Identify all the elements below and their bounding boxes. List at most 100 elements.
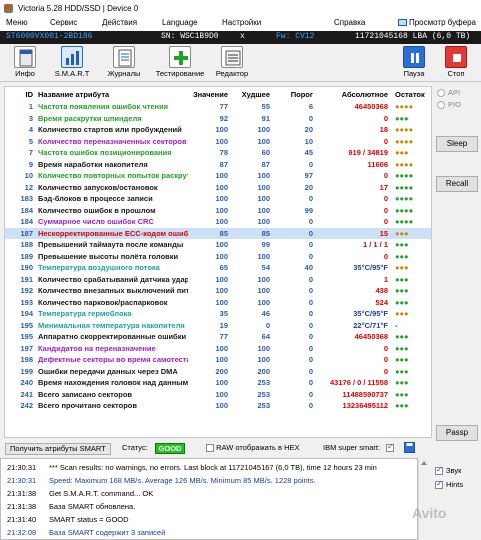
table-row[interactable]: 190 Температура воздушного потока 65 54 40 35… (5, 262, 431, 273)
row-raw: 524 (375, 297, 388, 307)
table-row[interactable]: 189 Превышение высоты полёта головки 100 10… (5, 251, 431, 262)
row-name: Превышений таймаута после команды (38, 240, 184, 249)
editor-label: Редактор (215, 69, 249, 78)
table-row[interactable]: 4 Количество стартов или пробуждений 100 10… (5, 124, 431, 135)
view-buffer-label: Просмотр буфера (408, 18, 476, 27)
scroll-up-icon[interactable] (421, 461, 427, 465)
pio-radio[interactable]: PIO (437, 100, 461, 109)
view-buffer-button[interactable]: Просмотр буфера (397, 18, 476, 27)
stop-button[interactable]: Стоп (431, 46, 481, 80)
menu-item-service[interactable]: Сервис (50, 18, 77, 27)
table-row[interactable]: 5 Количество переназначенных секторов 100 1… (5, 136, 431, 147)
menu-item-actions[interactable]: Действия (102, 18, 137, 27)
menu-item-language[interactable]: Language (162, 18, 198, 27)
journals-button[interactable]: Журналы (99, 46, 149, 80)
row-status: ●●● (395, 113, 409, 123)
row-id: 191 (20, 274, 33, 284)
device-firmware: Fw: CV12 (276, 32, 315, 41)
row-id: 188 (20, 240, 33, 249)
editor-button[interactable]: Редактор (207, 46, 257, 80)
sound-checkbox[interactable]: Звук (435, 465, 461, 475)
table-row[interactable]: 195 Минимальная температура накопителя 19 0… (5, 320, 431, 331)
table-row[interactable]: 240 Время нахождения головок над данными 1… (5, 377, 431, 388)
row-id: 197 (20, 343, 33, 353)
log-options: Звук Hints (431, 458, 481, 540)
row-raw: 0 (383, 217, 388, 226)
row-threshold: 0 (308, 297, 313, 307)
row-worst: 87 (261, 159, 270, 169)
row-status: - (395, 320, 398, 330)
recall-button[interactable]: Recall (436, 176, 478, 192)
passp-button[interactable]: Passp (436, 425, 478, 441)
table-row[interactable]: 188 Превышений таймаута после команды 100 9… (5, 239, 431, 250)
table-row[interactable]: 183 Бэд-блоков в процессе записи 100 100 0 0 ●… (5, 193, 431, 204)
row-name: Бэд-блоков в процессе записи (38, 194, 153, 203)
header-id[interactable]: ID (9, 90, 34, 99)
table-row[interactable]: 7 Частота ошибок позиционирования 78 60 45 91… (5, 147, 431, 158)
row-threshold: 20 (304, 125, 313, 134)
device-close[interactable]: x (240, 32, 245, 41)
row-value: 85 (219, 228, 228, 238)
row-raw: 15 (379, 228, 388, 238)
row-value: 100 (215, 355, 228, 364)
row-value: 100 (215, 125, 228, 134)
header-threshold[interactable]: Порог (273, 90, 313, 99)
table-row[interactable]: 199 Ошибки передачи данных через DMA 200 20… (5, 366, 431, 377)
row-threshold: 0 (308, 332, 313, 341)
log-scrollbar[interactable] (418, 458, 428, 540)
row-id: 198 (20, 355, 33, 364)
table-row[interactable]: 197 Кандидатов на переназначение 100 100 0 0 ●… (5, 343, 431, 354)
hints-checkbox[interactable]: Hints (435, 479, 463, 489)
header-raw[interactable]: Абсолютное (316, 90, 388, 99)
table-row[interactable]: 187 Нескорректированные ECC-кодом ошибки 8… (5, 227, 431, 239)
row-status: ●●● (395, 297, 409, 307)
table-row[interactable]: 191 Количество срабатываний датчика удара… (5, 274, 431, 285)
table-row[interactable]: 184 Суммарное число ошибок CRC 100 100 0 0 ●●●… (5, 216, 431, 227)
log-line: 21:30:31 Speed: Maximum 168 MB/s. Average… (7, 476, 316, 485)
ibm-checkbox[interactable] (386, 442, 394, 453)
get-smart-button[interactable]: Получить атрибуты SMART (5, 443, 111, 455)
table-row[interactable]: 3 Время раскрутки шпинделя 92 91 0 0 ●●● (5, 113, 431, 124)
device-model[interactable]: ST6000VX001-2BD186 (6, 32, 92, 41)
log-time: 21:31:40 (7, 515, 37, 524)
table-row[interactable]: 198 Дефектные секторы во время самотеста 1… (5, 354, 431, 365)
menu-item-settings[interactable]: Настройки (222, 18, 261, 27)
row-raw: 46450368 (354, 102, 388, 111)
sleep-button[interactable]: Sleep (436, 136, 478, 152)
api-radio[interactable]: API (437, 88, 460, 97)
table-row[interactable]: 9 Время наработки накопителя 87 87 0 11606 ●●●… (5, 159, 431, 170)
table-row[interactable]: 195 Аппаратно скорректированные ошибки 77 6… (5, 331, 431, 342)
table-row[interactable]: 10 Количество повторных попыток раскрутки… (5, 170, 431, 181)
save-icon[interactable] (404, 442, 415, 455)
table-row[interactable]: 12 Количество запусков/остановок 100 100 20 1… (5, 182, 431, 193)
table-row[interactable]: 184 Количество ошибок в прошлом 100 100 99 0 ●… (5, 205, 431, 216)
info-button[interactable]: Инфо (0, 46, 50, 80)
log-text: Get S.M.A.R.T. command... OK (49, 489, 154, 498)
row-value: 65 (219, 263, 228, 272)
device-lba: 11721045168 LBA (6,0 TB) (355, 32, 471, 41)
testing-button[interactable]: Тестирование (152, 46, 208, 80)
table-row[interactable]: 242 Всего прочитано секторов 100 253 0 132364… (5, 400, 431, 411)
raw-hex-checkbox[interactable]: RAW отображать в HEX (206, 443, 300, 453)
smart-button[interactable]: S.M.A.R.T (47, 46, 97, 80)
table-row[interactable]: 241 Всего записано секторов 100 253 0 1148859… (5, 389, 431, 400)
row-raw: 1 (383, 274, 388, 284)
header-value[interactable]: Значение (190, 90, 228, 99)
row-worst: 100 (257, 182, 270, 192)
row-worst: 100 (257, 251, 270, 261)
row-id: 195 (20, 320, 33, 330)
table-row[interactable]: 194 Температура гермоблока 35 46 0 35°C/95°F ●… (5, 308, 431, 319)
row-id: 184 (20, 205, 33, 215)
menu-item-menu[interactable]: Меню (6, 18, 28, 27)
checkbox-checked-icon (386, 442, 394, 453)
table-row[interactable]: 192 Количество внезапных выключений питан… (5, 285, 431, 296)
row-raw: 0 (383, 205, 388, 215)
header-status[interactable]: Остаток (395, 90, 429, 99)
header-worst[interactable]: Худшее (232, 90, 270, 99)
journal-icon (113, 46, 135, 68)
menu-item-help[interactable]: Справка (334, 18, 365, 27)
table-row[interactable]: 193 Количество парковок/распарковок 100 100… (5, 297, 431, 308)
table-row[interactable]: 1 Частота появления ошибок чтения 77 55 6 464… (5, 101, 431, 112)
row-name: Количество запусков/остановок (38, 182, 158, 192)
header-name[interactable]: Название атрибута (38, 90, 188, 99)
